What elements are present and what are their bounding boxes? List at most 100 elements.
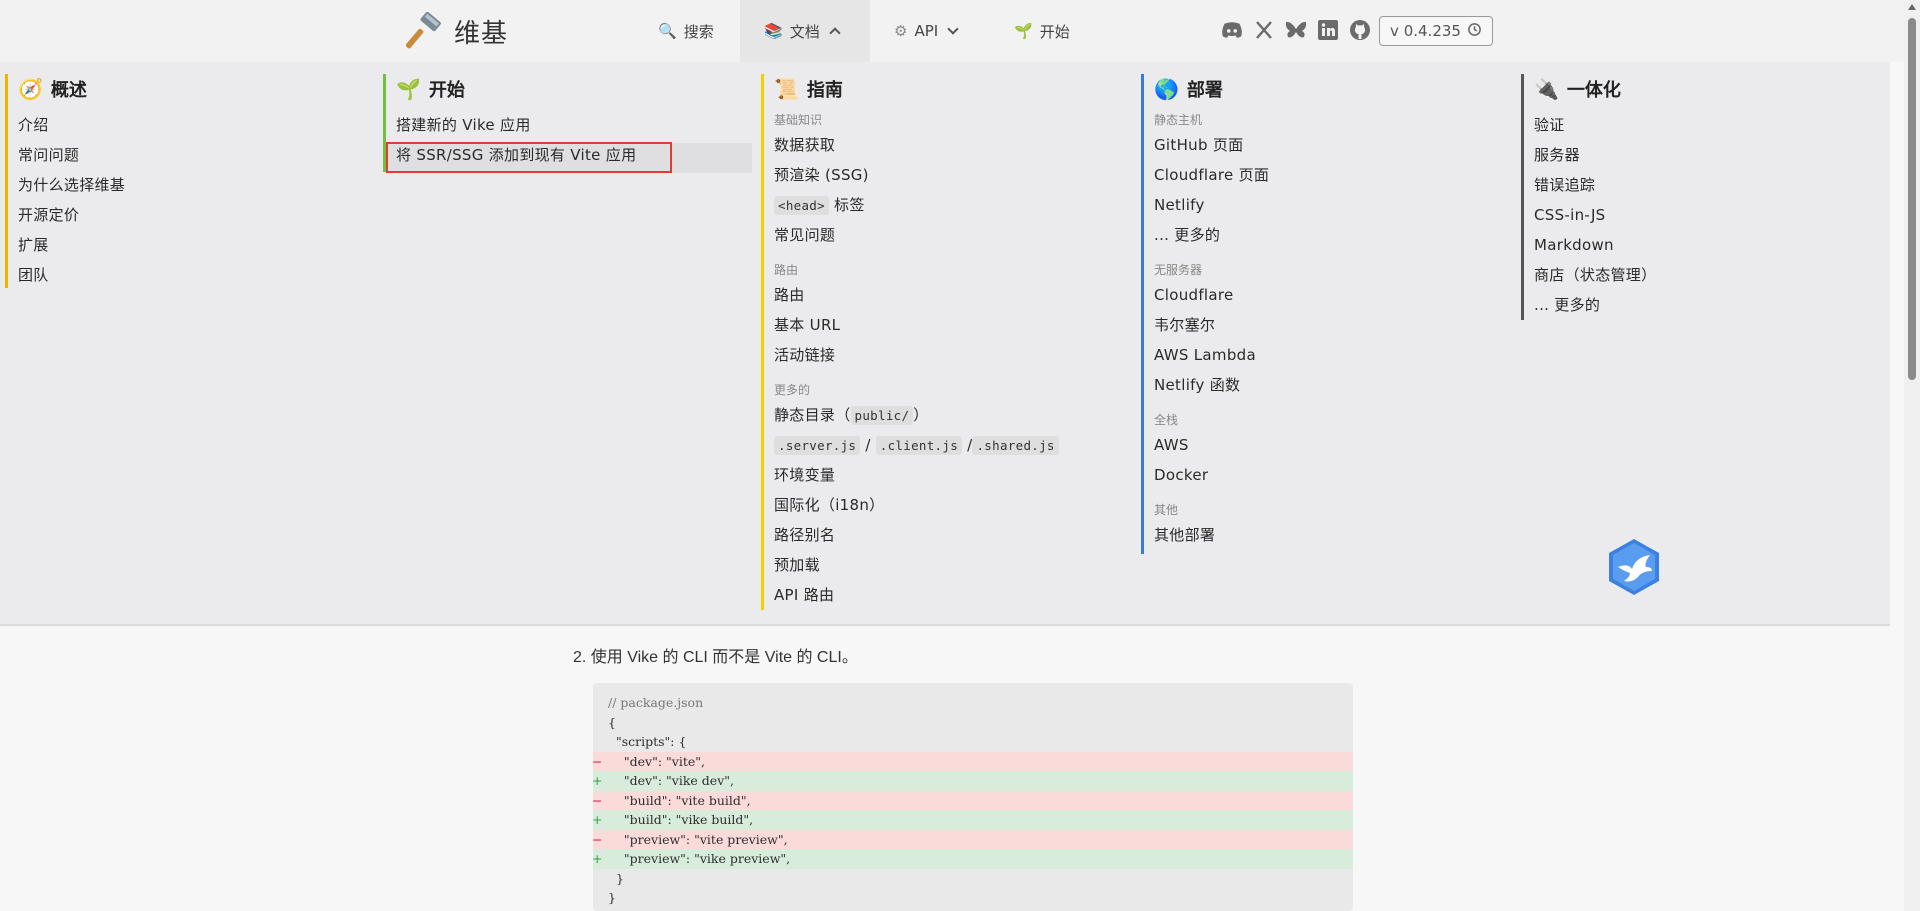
menu-link-base-url[interactable]: 基本 URL [774,310,1059,340]
menu-link-prerender[interactable]: 预渲染 (SSG) [774,160,1059,190]
menu-link-cloudflare[interactable]: Cloudflare [1154,280,1269,310]
menu-link-active-links[interactable]: 活动链接 [774,340,1059,370]
menu-link-static-more[interactable]: ... 更多的 [1154,220,1269,250]
code-text: "preview": "vite preview", [608,831,788,847]
menu-link-intro[interactable]: 介绍 [18,110,125,140]
version-button[interactable]: v 0.4.235 [1379,16,1493,46]
menu-link-common-issues[interactable]: 常见问题 [774,220,1059,250]
nav-search-label: 搜索 [683,22,714,41]
menu-link-store[interactable]: 商店（状态管理） [1534,260,1656,290]
menu-link-api-routes[interactable]: API 路由 [774,580,1059,610]
scrollbar-thumb[interactable] [1908,18,1916,380]
menu-link-other-deploy[interactable]: 其他部署 [1154,520,1269,550]
menu-link-error-tracking[interactable]: 错误追踪 [1534,170,1656,200]
menu-link-pricing[interactable]: 开源定价 [18,200,125,230]
menu-link-head-tags[interactable]: <head> 标签 [774,190,1059,220]
x-icon[interactable] [1253,19,1275,41]
section-label-more: 更多的 [774,383,811,397]
scroll-up-arrow[interactable] [1908,4,1916,10]
menu-column-guide: 📜 指南 基础知识 数据获取 预渲染 (SSG) <head> 标签 常见问题 … [761,74,1059,610]
menu-link-path-aliases[interactable]: 路径别名 [774,520,1059,550]
column-title-label: 一体化 [1566,80,1621,101]
menu-link-data-fetching[interactable]: 数据获取 [774,130,1059,160]
brand-name: 维基 [454,18,509,49]
column-title: 🌎 部署 [1154,74,1269,104]
code-text: } [608,870,624,886]
menu-link-docker[interactable]: Docker [1154,460,1269,490]
diff-minus-marker: − [593,792,603,808]
section-label-fullstack: 全栈 [1154,413,1179,427]
social-links [1221,19,1371,41]
code-line-added: + "build": "vike build", [593,810,1353,830]
diff-plus-marker: + [593,773,603,788]
nav-docs-label: 文档 [789,22,820,41]
menu-link-env-vars[interactable]: 环境变量 [774,460,1059,490]
column-title-label: 开始 [428,80,465,101]
nav-api-label: API [914,22,939,40]
code-text: { [608,714,616,730]
code-line-removed: − "preview": "vite preview", [593,829,1353,849]
chevron-up-icon [829,27,841,39]
github-icon[interactable] [1349,19,1371,41]
menu-link-file-env[interactable]: .server.js / .client.js / .shared.js [774,430,1059,460]
nav-api[interactable]: ⚙ API [870,0,981,62]
discord-icon[interactable] [1221,19,1243,41]
menu-link-auth[interactable]: 验证 [1534,110,1656,140]
brand[interactable]: 维基 [406,12,508,50]
column-title-label: 部署 [1186,80,1223,101]
column-title: 🔌 一体化 [1534,74,1656,104]
client-js-code: .client.js [875,436,963,455]
menu-link-markdown[interactable]: Markdown [1534,230,1656,260]
plug-icon: 🔌 [1534,77,1559,101]
menu-link-faq[interactable]: 常问问题 [18,140,125,170]
section-label-routing: 路由 [774,263,799,277]
nav-start[interactable]: 🌱 开始 [990,0,1094,62]
top-navbar: 维基 🔍 搜索 📚 文档 ⚙ API 🌱 开始 v 0.4.235 [0,0,1904,62]
code-line: // package.json [593,693,1353,713]
menu-link-netlify-functions[interactable]: Netlify 函数 [1154,370,1269,400]
column-title-label: 指南 [806,80,843,101]
code-text: } [608,890,616,905]
menu-link-vercel[interactable]: 韦尔塞尔 [1154,310,1269,340]
section-label-other: 其他 [1154,503,1179,517]
head-tag-label: 标签 [834,196,865,214]
code-text: // package.json [608,695,704,710]
menu-link-preloading[interactable]: 预加载 [774,550,1059,580]
scrollbar[interactable] [1904,0,1920,911]
menu-link-integration-more[interactable]: ... 更多的 [1534,290,1656,320]
menu-link-aws[interactable]: AWS [1154,430,1269,460]
seedling-icon: 🌱 [396,77,421,101]
menu-link-server[interactable]: 服务器 [1534,140,1656,170]
code-text: "build": "vite build", [608,792,751,808]
menu-link-routing[interactable]: 路由 [774,280,1059,310]
code-line-added: + "preview": "vike preview", [593,849,1353,869]
column-bar [5,74,8,288]
menu-link-static-dir[interactable]: 静态目录（ public/） [774,400,1059,430]
menu-link-css-in-js[interactable]: CSS-in-JS [1534,200,1656,230]
column-title-label: 概述 [50,80,87,101]
bird-badge-icon[interactable] [1606,537,1662,597]
menu-link-cloudflare-pages[interactable]: Cloudflare 页面 [1154,160,1269,190]
nav-docs[interactable]: 📚 文档 [740,0,870,62]
separator: / [865,436,871,454]
menu-link-i18n[interactable]: 国际化（i18n） [774,490,1059,520]
menu-link-netlify[interactable]: Netlify [1154,190,1269,220]
menu-link-scaffold[interactable]: 搭建新的 Vike 应用 [396,110,636,140]
linkedin-icon[interactable] [1317,19,1339,41]
menu-link-aws-lambda[interactable]: AWS Lambda [1154,340,1269,370]
menu-link-extensions[interactable]: 扩展 [18,230,125,260]
gear-icon: ⚙ [894,22,908,40]
nav-search[interactable]: 🔍 搜索 [634,0,738,62]
bluesky-icon[interactable] [1285,19,1307,41]
server-js-code: .server.js [774,436,861,455]
menu-link-github-pages[interactable]: GitHub 页面 [1154,130,1269,160]
code-block: // package.json{ "scripts": {− "dev": "v… [593,683,1353,911]
menu-link-team[interactable]: 团队 [18,260,125,290]
menu-link-why[interactable]: 为什么选择维基 [18,170,125,200]
code-text: "build": "vike build", [608,812,754,827]
diff-minus-marker: − [593,831,603,847]
section-label-serverless: 无服务器 [1154,263,1203,277]
code-line-added: + "dev": "vike dev", [593,771,1353,791]
code-line: } [593,888,1353,908]
search-icon: 🔍 [658,22,677,40]
